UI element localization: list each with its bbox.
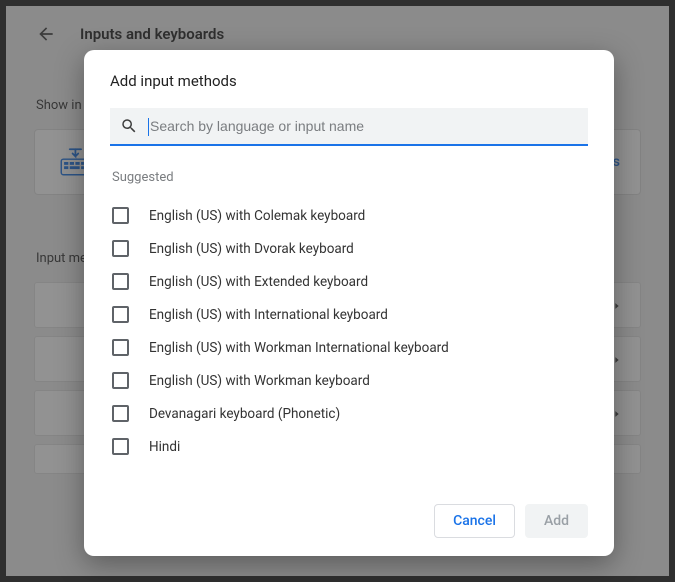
cancel-button[interactable]: Cancel [434,504,515,538]
search-field-wrap[interactable] [110,108,588,146]
checkbox[interactable] [112,240,129,257]
list-item-label: English (US) with International keyboard [149,307,388,323]
list-item[interactable]: English (US) with Workman keyboard [110,364,588,397]
checkbox[interactable] [112,207,129,224]
list-item[interactable]: English (US) with Dvorak keyboard [110,232,588,265]
suggested-heading: Suggested [112,170,586,185]
suggestion-list: English (US) with Colemak keyboard Engli… [110,199,588,494]
text-caret [148,118,149,136]
list-item[interactable]: Devanagari keyboard (Phonetic) [110,397,588,430]
list-item[interactable]: Hindi [110,430,588,463]
list-item-label: English (US) with Workman International … [149,340,449,356]
checkbox[interactable] [112,438,129,455]
search-icon [120,117,138,135]
list-item-label: Hindi [149,439,180,455]
checkbox[interactable] [112,372,129,389]
checkbox[interactable] [112,273,129,290]
checkbox[interactable] [112,339,129,356]
list-item[interactable]: English (US) with International keyboard [110,298,588,331]
checkbox[interactable] [112,306,129,323]
list-item-label: English (US) with Extended keyboard [149,274,368,290]
search-input[interactable] [150,118,578,134]
list-item-label: English (US) with Colemak keyboard [149,208,365,224]
list-item-label: English (US) with Workman keyboard [149,373,370,389]
add-input-methods-dialog: Add input methods Suggested English (US)… [84,50,614,556]
dialog-title: Add input methods [110,72,588,90]
list-item-label: Devanagari keyboard (Phonetic) [149,406,340,422]
dialog-footer: Cancel Add [110,494,588,538]
list-item[interactable]: English (US) with Colemak keyboard [110,199,588,232]
add-button[interactable]: Add [525,504,588,538]
checkbox[interactable] [112,405,129,422]
list-item[interactable]: English (US) with Extended keyboard [110,265,588,298]
list-item[interactable]: English (US) with Workman International … [110,331,588,364]
list-item-label: English (US) with Dvorak keyboard [149,241,354,257]
